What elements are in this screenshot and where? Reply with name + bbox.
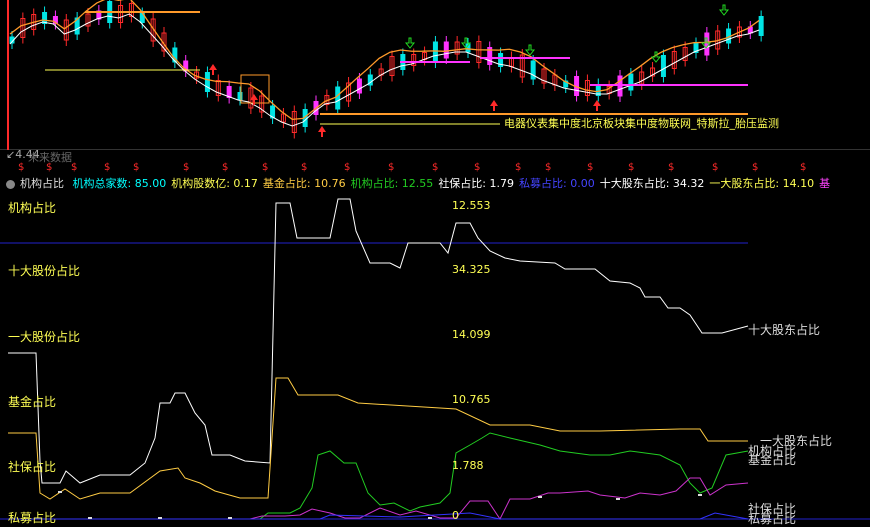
candle-body (758, 16, 764, 36)
indicator-item: 机构股数亿: 0.17 (171, 177, 258, 190)
signal-mark: $ (545, 162, 552, 173)
signal-mark: $ (515, 162, 522, 173)
signal-mark: $ (712, 162, 719, 173)
axis-label-jigou: 机构占比 (8, 201, 57, 215)
signal-mark: $ (301, 162, 308, 173)
indicator-item: 十大股东占比: 34.32 (599, 177, 705, 190)
axis-label-social: 社保占比 (8, 460, 57, 474)
indicator-item: 一大股东占比: 14.10 (709, 177, 815, 190)
indicator-item: 机构占比: 12.55 (350, 177, 434, 190)
candle-body (432, 41, 438, 63)
series-marker (58, 491, 62, 493)
signal-mark: $ (432, 162, 439, 173)
series-label-fund: 基金占比 (748, 453, 797, 467)
signal-mark: $ (222, 162, 229, 173)
candle-body (335, 86, 341, 110)
signal-mark: $ (344, 162, 351, 173)
series-marker (428, 517, 432, 519)
series-marker (88, 517, 92, 519)
value-label-private: 0 (452, 509, 459, 522)
indicator-header: 机构占比 机构总家数: 85.00 机构股数亿: 0.17 基金占比: 10.76 机… (0, 174, 870, 194)
candle-body (628, 73, 634, 91)
settings-icon[interactable] (6, 179, 15, 189)
series-marker (158, 517, 162, 519)
signal-mark: $ (71, 162, 78, 173)
indicator-item: 基 (819, 177, 831, 190)
indicator-chart[interactable] (0, 193, 870, 523)
series-label-top10: 十大股东占比 (748, 323, 821, 337)
series-label-private: 私募占比 (748, 512, 797, 526)
series-marker (228, 517, 232, 519)
series-marker (538, 496, 542, 498)
series-marker (616, 498, 620, 500)
indicator-item: 基金占比: 10.76 (262, 177, 346, 190)
axis-label-private: 私募占比 (8, 511, 57, 525)
axis-label-top1: 一大股份占比 (8, 330, 81, 344)
candle-body (356, 78, 362, 94)
value-label-fund: 10.765 (452, 393, 491, 406)
signal-mark: $ (668, 162, 675, 173)
indicator-item: 私募占比: 0.00 (519, 177, 595, 190)
series-marker (698, 494, 702, 496)
candle-body (660, 55, 666, 77)
signal-mark: $ (104, 162, 111, 173)
candle-body (704, 32, 710, 56)
concept-tags: 电器仪表集中度北京板块集中度物联网_特斯拉_胎压监测 (504, 117, 779, 130)
signal-mark: $ (18, 162, 25, 173)
indicator-item: 社保占比: 1.79 (438, 177, 515, 190)
signal-mark: $ (183, 162, 190, 173)
signal-mark: $ (46, 162, 53, 173)
signal-mark: $ (628, 162, 635, 173)
signal-mark: $ (752, 162, 759, 173)
value-label-social: 1.788 (452, 459, 484, 472)
signal-mark: $ (388, 162, 395, 173)
indicator-name[interactable]: 机构占比 (20, 177, 64, 190)
candle-body (204, 72, 210, 92)
candle-body (443, 41, 449, 59)
axis-label-fund: 基金占比 (8, 395, 57, 409)
signal-mark: $ (587, 162, 594, 173)
value-label-top10: 34.325 (452, 263, 491, 276)
axis-label-top10: 十大股份占比 (8, 264, 81, 278)
value-label-top1: 14.099 (452, 328, 491, 341)
signal-mark: $ (133, 162, 140, 173)
signal-mark: $ (800, 162, 807, 173)
signal-mark: $ (262, 162, 269, 173)
signal-mark: $ (474, 162, 481, 173)
value-label-jigou: 12.553 (452, 199, 491, 212)
indicator-item: 机构总家数: 85.00 (72, 177, 167, 190)
signal-row: $ $ $ $ $ $ $ $ $ $ $ $ $ $ $ $ $ $ $ $ $ (0, 162, 870, 174)
